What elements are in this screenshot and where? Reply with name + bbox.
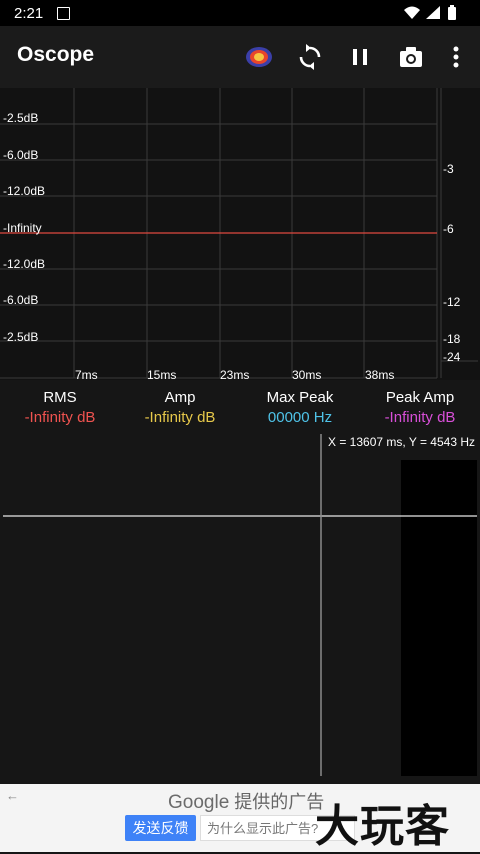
stat-title: Peak Amp [385, 389, 455, 406]
stat-title: Amp [164, 389, 196, 406]
stat-amp: Amp -Infinity dB [120, 380, 240, 426]
stat-peak-amp: Peak Amp -Infinity dB [360, 380, 480, 426]
waveform-graph[interactable]: -2.5dB -6.0dB -12.0dB -Infinity -12.0dB … [0, 88, 480, 382]
db-label: -6.0dB [3, 148, 39, 162]
pause-icon[interactable] [346, 43, 374, 71]
ad-provided-text: 提供的广告 [234, 792, 325, 812]
meter-label: -12 [443, 295, 461, 309]
stat-title: Max Peak [266, 389, 334, 406]
status-bar: 2:21 [0, 0, 480, 26]
signal-icon [426, 6, 440, 19]
status-right-icons [402, 5, 468, 26]
back-arrow-icon[interactable]: ← [6, 788, 19, 803]
meter-label: -6 [443, 222, 454, 236]
app-title: Oscope [17, 43, 95, 66]
db-label: -12.0dB [3, 257, 46, 271]
more-vert-icon[interactable] [442, 43, 470, 71]
stat-max-peak: Max Peak 00000 Hz [240, 380, 360, 426]
meter-label: -3 [443, 162, 454, 176]
cursor-readout: X = 13607 ms, Y = 4543 Hz [328, 435, 475, 449]
spectrogram-view[interactable]: X = 13607 ms, Y = 4543 Hz [0, 430, 480, 784]
battery-icon [448, 5, 456, 20]
waveform-grid [0, 88, 478, 379]
stat-value: -Infinity dB [144, 409, 216, 426]
db-label: -6.0dB [3, 293, 39, 307]
db-label: -2.5dB [3, 330, 39, 344]
spectrogram-canvas [3, 434, 477, 776]
db-label: -Infinity [3, 221, 42, 235]
stats-panel: RMS -Infinity dB Amp -Infinity dB Max Pe… [0, 380, 480, 430]
notification-app-icon [57, 7, 70, 20]
stat-rms: RMS -Infinity dB [0, 380, 120, 426]
wifi-icon [404, 6, 420, 19]
spectrum-color-icon[interactable] [245, 43, 273, 71]
ad-provided-label: Google 提供的广告 [168, 788, 324, 814]
db-label: -2.5dB [3, 111, 39, 125]
meter-label: -24 [443, 350, 461, 364]
send-feedback-button[interactable]: 发送反馈 [125, 815, 196, 841]
db-label: -12.0dB [3, 184, 46, 198]
google-logo: Google [168, 792, 230, 813]
refresh-icon[interactable] [296, 43, 324, 71]
watermark-logo: 大玩客 [315, 801, 450, 852]
stat-value: 00000 Hz [267, 409, 333, 426]
stat-value: -Infinity dB [384, 409, 456, 426]
meter-label: -18 [443, 332, 461, 346]
camera-icon[interactable] [397, 43, 425, 71]
stat-title: RMS [43, 389, 77, 406]
status-time: 2:21 [14, 5, 44, 22]
stat-value: -Infinity dB [24, 409, 96, 426]
app-toolbar: Oscope [0, 26, 480, 88]
